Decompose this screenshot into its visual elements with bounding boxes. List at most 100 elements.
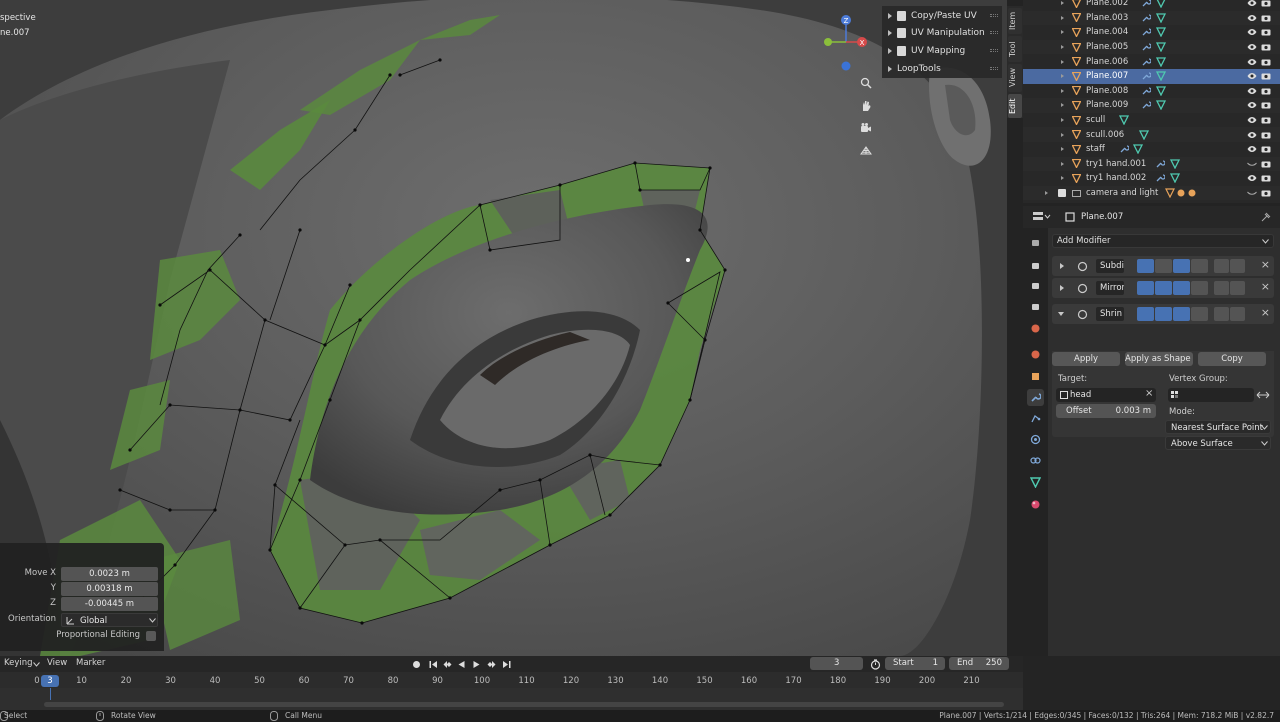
keying-menu[interactable]: Keying: [4, 658, 33, 668]
next-keyframe-icon[interactable]: [486, 659, 496, 669]
data-tab-icon[interactable]: [1027, 474, 1044, 491]
visibility-icon[interactable]: [1247, 28, 1257, 36]
modifier-toggle-button[interactable]: [1155, 259, 1172, 273]
drag-handle-icon[interactable]: [990, 31, 998, 34]
outliner-row[interactable]: Plane.005: [1023, 39, 1280, 55]
particles-tab-icon[interactable]: [1027, 410, 1044, 427]
modifier-name-field[interactable]: Shrin: [1096, 307, 1124, 321]
visibility-icon[interactable]: [1247, 131, 1257, 139]
outliner-row[interactable]: Plane.008: [1023, 84, 1280, 99]
expand-arrow-icon[interactable]: [1045, 191, 1048, 196]
move-up-button[interactable]: [1214, 281, 1229, 295]
tab-tool[interactable]: Tool: [1008, 36, 1022, 62]
expand-arrow-icon[interactable]: [1061, 45, 1064, 50]
prev-keyframe-icon[interactable]: [442, 659, 452, 669]
modifier-tab-icon[interactable]: [1027, 389, 1044, 406]
render-camera-icon[interactable]: [1261, 174, 1271, 182]
addon-uv-mapping[interactable]: UV Mapping: [888, 42, 965, 59]
frame-ruler[interactable]: 0 10 20 30 40 50 60 70 80 90 100 110 120 130 140 150 160…: [0, 672, 1023, 688]
camera-icon[interactable]: [856, 118, 876, 138]
add-modifier-dropdown[interactable]: Add Modifier: [1052, 234, 1274, 248]
move-up-button[interactable]: [1214, 259, 1229, 273]
expand-arrow-icon[interactable]: [1061, 15, 1064, 20]
orientation-select[interactable]: Global: [61, 613, 158, 627]
3d-viewport[interactable]: spective ne.007 Z X Move X 0.0023 m Y 0.…: [0, 0, 1007, 656]
render-camera-icon[interactable]: [1261, 145, 1271, 153]
tab-item[interactable]: Item: [1008, 8, 1022, 34]
addon-looptools[interactable]: LoopTools: [888, 60, 941, 77]
outliner-row[interactable]: scull: [1023, 113, 1280, 128]
outliner-row[interactable]: Plane.007: [1023, 69, 1280, 84]
expand-arrow-icon[interactable]: [1060, 285, 1064, 291]
modifier-toggle-button[interactable]: [1137, 281, 1154, 295]
proportional-editing-checkbox[interactable]: [146, 631, 156, 641]
visibility-icon[interactable]: [1247, 58, 1257, 66]
expand-arrow-icon[interactable]: [1060, 263, 1064, 269]
editor-type-icon[interactable]: [1033, 211, 1051, 223]
expand-arrow-icon[interactable]: [1061, 30, 1064, 35]
drag-handle-icon[interactable]: [990, 14, 998, 17]
modifier-toggle-button[interactable]: [1191, 307, 1208, 321]
expand-arrow-icon[interactable]: [1061, 176, 1064, 181]
move-z-field[interactable]: -0.00445 m: [61, 597, 158, 611]
material-tab-icon[interactable]: [1027, 496, 1044, 513]
offset-field[interactable]: Offset 0.003 m: [1056, 404, 1156, 418]
outliner-row[interactable]: camera and light: [1023, 185, 1280, 201]
jump-end-icon[interactable]: [501, 659, 511, 669]
outliner-row[interactable]: try1 hand.001: [1023, 156, 1280, 172]
render-camera-icon[interactable]: [1261, 116, 1271, 124]
outliner-row[interactable]: Plane.002: [1023, 0, 1280, 11]
visibility-icon[interactable]: [1247, 0, 1257, 7]
zoom-icon[interactable]: [856, 73, 876, 93]
drag-handle-icon[interactable]: [990, 67, 998, 70]
remove-modifier-icon[interactable]: ×: [1261, 306, 1270, 320]
drag-handle-icon[interactable]: [990, 49, 998, 52]
visibility-icon[interactable]: [1247, 189, 1257, 197]
modifier-name-field[interactable]: Subdi: [1096, 259, 1124, 273]
outliner-row[interactable]: scull.006: [1023, 127, 1280, 142]
move-up-button[interactable]: [1214, 307, 1229, 321]
render-camera-icon[interactable]: [1261, 72, 1271, 80]
modifier-toggle-button[interactable]: [1137, 259, 1154, 273]
outliner-row[interactable]: Plane.009: [1023, 98, 1280, 113]
expand-arrow-icon[interactable]: [1061, 103, 1064, 108]
output-tab-icon[interactable]: [1027, 277, 1044, 294]
jump-start-icon[interactable]: [428, 659, 438, 669]
visibility-icon[interactable]: [1247, 72, 1257, 80]
hand-icon[interactable]: [856, 96, 876, 116]
play-reverse-icon[interactable]: [456, 659, 466, 669]
render-camera-icon[interactable]: [1261, 58, 1271, 66]
clear-target-icon[interactable]: ×: [1145, 388, 1153, 399]
navigation-gizmo[interactable]: Z X: [822, 10, 874, 74]
tool-settings-tab-icon[interactable]: [1027, 234, 1044, 251]
modifier-toggle-button[interactable]: [1173, 281, 1190, 295]
stopwatch-icon[interactable]: [869, 658, 881, 670]
modifier-panel[interactable]: Subdi ×: [1052, 256, 1274, 276]
start-frame-field[interactable]: Start 1: [885, 657, 945, 670]
move-down-button[interactable]: [1230, 281, 1245, 295]
render-camera-icon[interactable]: [1261, 0, 1271, 7]
render-camera-icon[interactable]: [1261, 43, 1271, 51]
tab-edit[interactable]: Edit: [1008, 94, 1022, 118]
visibility-icon[interactable]: [1247, 43, 1257, 51]
modifier-panel[interactable]: Mirror ×: [1052, 278, 1274, 298]
view-menu[interactable]: View: [47, 658, 67, 668]
move-y-field[interactable]: 0.00318 m: [61, 582, 158, 596]
apply-as-shape-button[interactable]: Apply as Shape ...: [1125, 352, 1193, 366]
current-frame-field[interactable]: 3: [810, 657, 863, 670]
render-camera-icon[interactable]: [1261, 87, 1271, 95]
expand-arrow-icon[interactable]: [1061, 161, 1064, 166]
above-surface-select[interactable]: Above Surface: [1165, 436, 1271, 450]
grid-icon[interactable]: [856, 141, 876, 161]
marker-menu[interactable]: Marker: [76, 658, 105, 668]
expand-arrow-icon[interactable]: [1061, 88, 1064, 93]
scene-tab-icon[interactable]: [1027, 320, 1044, 337]
horizontal-scrollbar[interactable]: [44, 702, 1004, 707]
object-tab-icon[interactable]: [1027, 368, 1044, 385]
expand-arrow-icon[interactable]: [1061, 59, 1064, 64]
visibility-icon[interactable]: [1247, 174, 1257, 182]
timeline-area[interactable]: [0, 688, 1023, 710]
modifier-toggle-button[interactable]: [1137, 307, 1154, 321]
visibility-icon[interactable]: [1247, 87, 1257, 95]
visibility-icon[interactable]: [1247, 14, 1257, 22]
